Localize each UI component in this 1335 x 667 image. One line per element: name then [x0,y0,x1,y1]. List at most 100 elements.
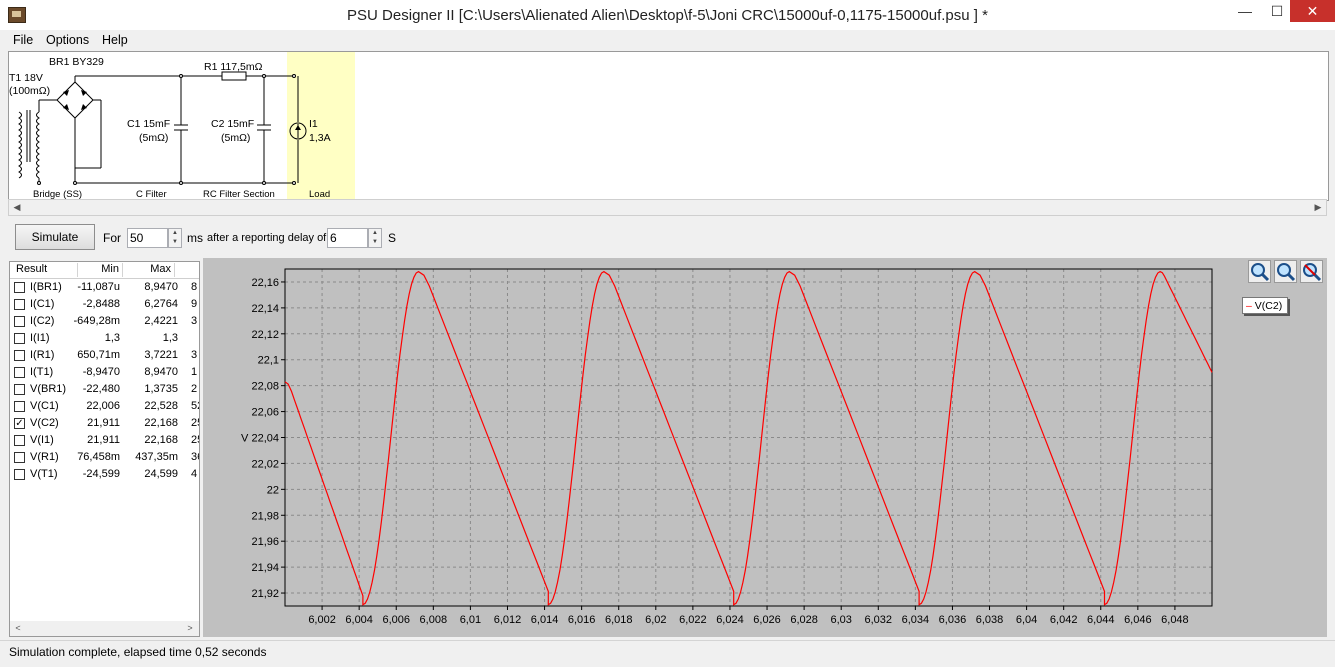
list-item[interactable]: V(T1) -24,599 24,599 4 [10,466,199,483]
result-checkbox[interactable] [14,384,25,395]
seconds-label: S [388,231,397,245]
scroll-left-icon[interactable]: ◀ [9,200,25,215]
result-min: 22,006 [86,400,120,412]
y-tick-label: 22,1 [258,355,279,367]
result-name: V(I1) [30,434,54,446]
x-tick-label: 6,038 [976,614,1004,626]
result-max: 24,599 [144,468,178,480]
result-max: 1,3 [162,332,178,344]
close-button[interactable]: ✕ [1290,0,1335,22]
y-tick-label: 22,04 [251,433,279,445]
result-max: 3,7221 [144,349,178,361]
result-checkbox[interactable] [14,316,25,327]
x-tick-label: 6,006 [382,614,410,626]
spin-up-icon[interactable]: ▲ [169,229,181,238]
results-list[interactable]: Result Min Max I(BR1) -11,087u 8,9470 8 I(C1… [9,261,200,637]
x-tick-label: 6,026 [753,614,781,626]
duration-input[interactable]: 50 [127,228,168,248]
result-name: V(C1) [30,400,59,412]
result-name: I(C2) [30,315,55,327]
y-tick-label: 22,14 [251,303,279,315]
result-checkbox[interactable] [14,333,25,344]
result-extra: 2 [191,383,198,395]
chart-panel[interactable]: 22,16 22,14 22,12 22,1 22,08 22,06 22,04 22,02 2… [203,258,1327,637]
list-item[interactable]: V(R1) 76,458m 437,35m 36( [10,449,199,466]
zoom-out-icon[interactable] [1274,260,1297,283]
result-max: 8,9470 [144,281,178,293]
result-max: 6,2764 [144,298,178,310]
result-min: -11,087u [77,281,120,293]
menu-help[interactable]: Help [102,33,128,47]
list-item[interactable]: V(C1) 22,006 22,528 52: [10,398,199,415]
transformer-resistance: (100mΩ) [9,85,51,97]
scroll-right-icon[interactable]: ▶ [1310,200,1326,215]
result-checkbox[interactable] [14,452,25,463]
result-max: 1,3735 [144,383,178,395]
delay-spinner[interactable]: ▲ ▼ [368,228,382,248]
result-name: V(C2) [30,417,59,429]
scroll-left-icon[interactable]: < [10,621,26,636]
result-checkbox[interactable] [14,469,25,480]
duration-spinner[interactable]: ▲ ▼ [168,228,182,248]
result-name: V(R1) [30,451,59,463]
result-checkbox[interactable]: ✓ [14,418,25,429]
result-extra: 25( [191,434,199,446]
minimize-button[interactable]: — [1230,0,1260,22]
spin-down-icon[interactable]: ▼ [169,238,181,247]
spin-down-icon[interactable]: ▼ [369,238,381,247]
header-min[interactable]: Min [78,263,123,277]
list-item[interactable]: I(C2) -649,28m 2,4221 3 [10,313,199,330]
result-extra: 3 [191,315,198,327]
circuit-scrollbar[interactable]: ◀ ▶ [8,199,1327,216]
list-item[interactable]: I(R1) 650,71m 3,7221 3 [10,347,199,364]
list-item[interactable]: V(BR1) -22,480 1,3735 2 [10,381,199,398]
result-checkbox[interactable] [14,401,25,412]
y-tick-label: 22,12 [251,329,279,341]
list-item[interactable]: V(I1) 21,911 22,168 25( [10,432,199,449]
result-checkbox[interactable] [14,350,25,361]
simulate-button[interactable]: Simulate [15,224,95,250]
results-scrollbar[interactable]: < > [10,621,199,636]
list-item[interactable]: I(T1) -8,9470 8,9470 1 [10,364,199,381]
c1-esr: (5mΩ) [139,132,169,144]
x-tick-label: 6,018 [605,614,633,626]
result-name: V(T1) [30,468,58,480]
result-checkbox[interactable] [14,299,25,310]
result-max: 22,168 [144,417,178,429]
header-max[interactable]: Max [123,263,175,277]
maximize-button[interactable]: ☐ [1262,0,1292,22]
menu-file[interactable]: File [13,33,33,47]
result-extra: 25( [191,417,199,429]
list-item[interactable]: I(I1) 1,3 1,3 [10,330,199,347]
zoom-in-icon[interactable] [1248,260,1271,283]
c2-label: C2 15mF [211,118,255,130]
result-extra: 1 [191,366,198,378]
x-tick-label: 6,04 [1016,614,1037,626]
y-tick-label: 22,02 [251,458,279,470]
waveform-chart[interactable]: 22,16 22,14 22,12 22,1 22,08 22,06 22,04 22,02 2… [203,258,1327,637]
result-max: 437,35m [135,451,178,463]
result-min: 76,458m [77,451,120,463]
x-tick-label: 6,012 [494,614,522,626]
spin-up-icon[interactable]: ▲ [369,229,381,238]
result-min: -2,8488 [82,298,120,310]
menu-options[interactable]: Options [46,33,89,47]
result-checkbox[interactable] [14,435,25,446]
list-item[interactable]: I(C1) -2,8488 6,2764 9 [10,296,199,313]
result-checkbox[interactable] [14,367,25,378]
legend-swatch: – [1246,300,1252,312]
y-tick-label: 21,92 [251,588,279,600]
zoom-reset-icon[interactable] [1300,260,1323,283]
result-name: I(BR1) [30,281,62,293]
list-item[interactable]: I(BR1) -11,087u 8,9470 8 [10,279,199,296]
scroll-right-icon[interactable]: > [182,621,198,636]
delay-input[interactable]: 6 [327,228,368,248]
header-result[interactable]: Result [10,263,78,277]
x-tick-label: 6,004 [345,614,373,626]
y-tick-label: 22 [267,484,279,496]
result-min: -649,28m [73,315,120,327]
circuit-diagram[interactable]: T1 18V (100mΩ) BR1 BY329 R1 117,5mΩ C1 1… [8,51,1329,201]
list-item[interactable]: ✓ V(C2) 21,911 22,168 25( [10,415,199,432]
result-name: I(R1) [30,349,55,361]
result-checkbox[interactable] [14,282,25,293]
